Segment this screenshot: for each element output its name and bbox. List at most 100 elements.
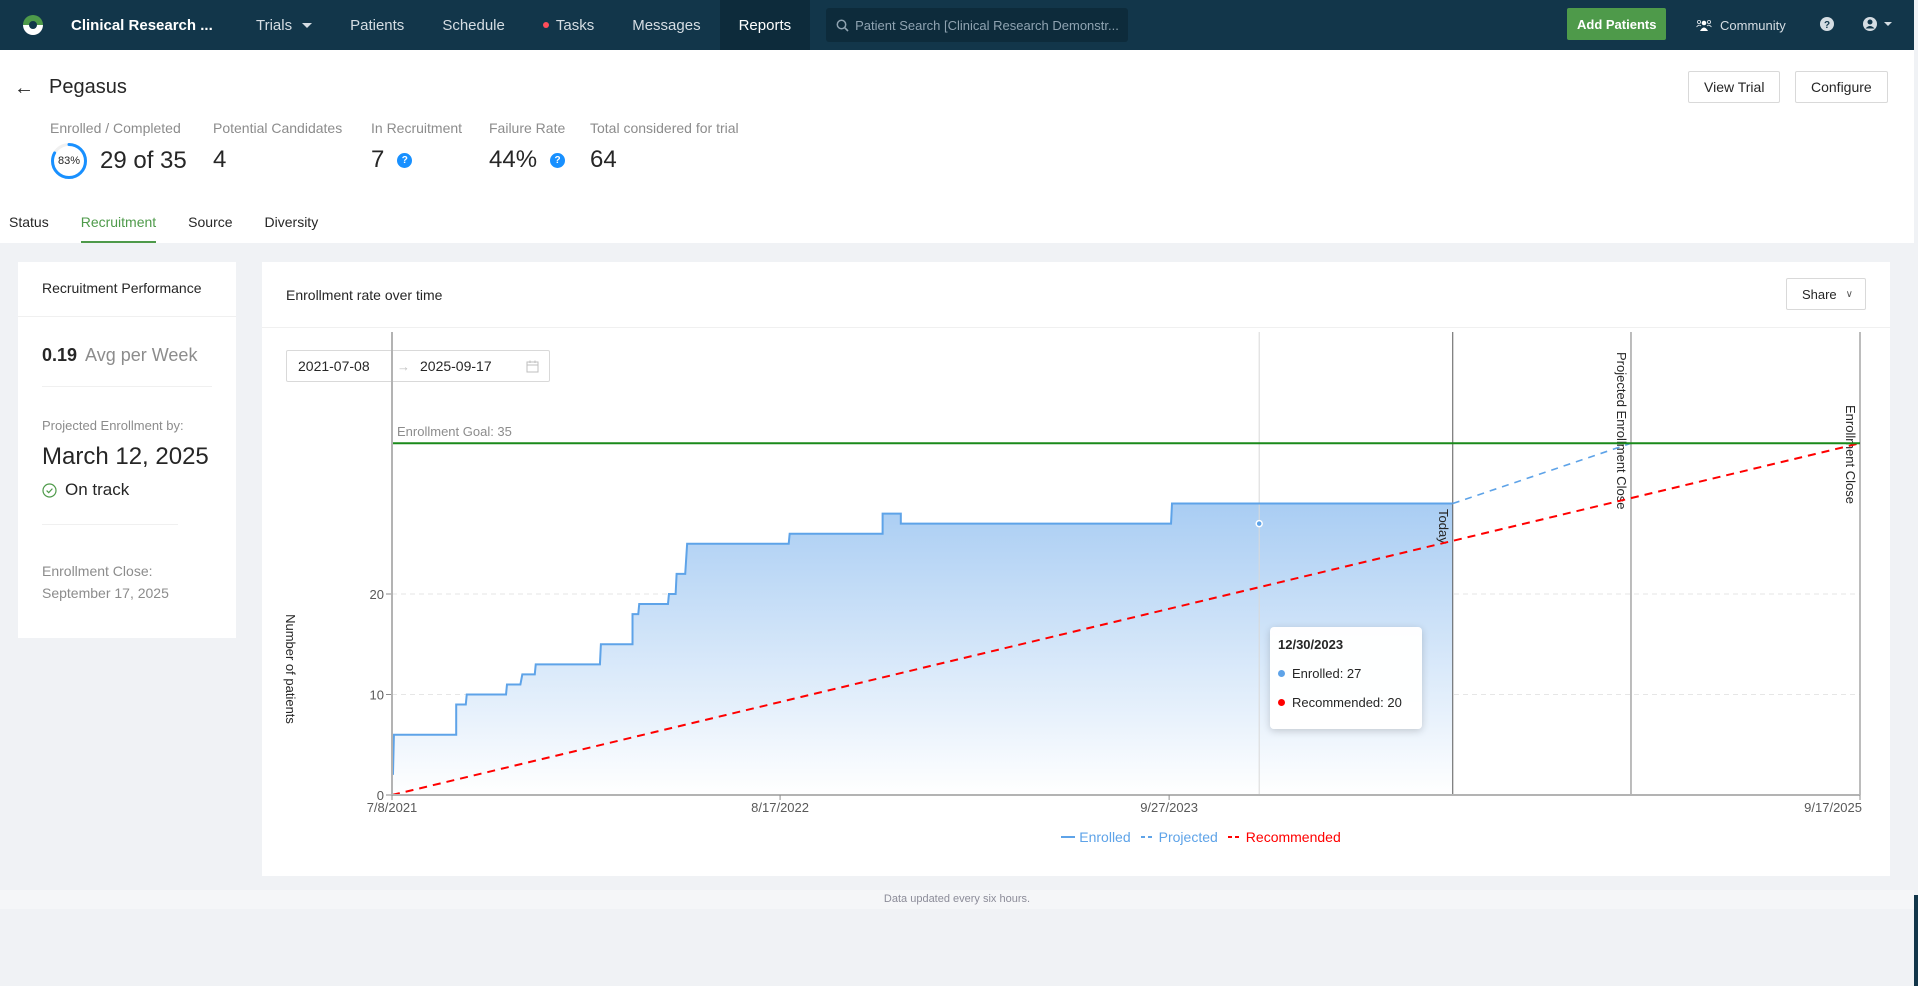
tooltip-enrolled: Enrolled: 27 [1292,666,1362,681]
tooltip-recommended: Recommended: 20 [1292,695,1402,710]
nav-patients-label: Patients [350,16,405,34]
stat-total-considered: Total considered for trial 64 [590,120,739,174]
divider [42,386,212,387]
app-logo[interactable] [15,7,51,43]
tab-diversity[interactable]: Diversity [256,203,319,243]
marker-label: Projected Enrollment Close [1614,352,1629,510]
nav-messages-label: Messages [632,16,701,34]
configure-button[interactable]: Configure [1795,71,1888,103]
x-tick-label: 9/27/2023 [1140,800,1198,815]
chevron-down-icon [1884,22,1892,26]
stat-value: 7 [371,146,385,173]
avg-per-week-label: Avg per Week [85,345,198,365]
chart-tooltip: 12/30/2023 Enrolled: 27 Recommended: 20 [1270,627,1422,729]
y-tick-label: 20 [370,587,384,602]
legend-recommended[interactable]: Recommended [1227,829,1341,845]
nav-reports-label: Reports [738,16,792,34]
status-badge: On track [42,480,236,500]
nav-patients[interactable]: Patients [331,0,423,50]
enrollment-close-label: Enrollment Close: [42,563,153,579]
stat-value: 29 of 35 [100,147,187,174]
nav-trials[interactable]: Trials [237,0,331,50]
tooltip-point [1255,519,1263,528]
enrolled-dot-icon [1278,670,1285,677]
nav-schedule-label: Schedule [442,16,505,34]
stat-enrolled: Enrolled / Completed 83% 29 of 35 [50,120,187,180]
help-icon: ? [1820,17,1834,31]
stat-label: Total considered for trial [590,120,739,136]
stat-label: Failure Rate [489,120,566,136]
stat-potential-candidates: Potential Candidates 4 [213,120,342,174]
recommended-dot-icon [1278,699,1285,706]
tab-status[interactable]: Status [0,203,49,243]
notification-dot-icon [542,22,549,28]
progress-percent: 83% [57,155,81,167]
chevron-down-icon [302,22,313,28]
projected-enrollment-label: Projected Enrollment by: [42,418,184,433]
help-button[interactable]: ? [1819,16,1835,37]
x-tick-label: 8/17/2022 [751,800,809,815]
data-update-note: Data updated every six hours. [0,890,1914,909]
dashed-line-icon [1140,836,1155,838]
dashed-line-icon [1227,836,1242,838]
report-tabs: Status Recruitment Source Diversity [0,203,341,243]
avg-per-week-value: 0.19 [42,345,78,365]
nav-schedule[interactable]: Schedule [423,0,524,50]
search-icon [836,19,849,32]
legend-enrolled[interactable]: Enrolled [1061,829,1131,845]
projected-enrollment-date: March 12, 2025 [42,443,209,470]
community-icon [1696,19,1712,31]
x-tick-label: 9/17/2025 [1804,800,1862,815]
top-navigation: Clinical Research ... Trials Patients Sc… [0,0,1914,50]
nav-tasks-label: Tasks [555,16,595,34]
stat-in-recruitment: In Recruitment 7 ? [371,120,462,174]
logo-icon [23,15,43,35]
tab-recruitment[interactable]: Recruitment [72,203,157,243]
legend-label: Recommended [1245,829,1341,845]
stat-label: Enrolled / Completed [50,120,181,136]
nav-trials-label: Trials [256,16,293,34]
recruitment-performance-card: Recruitment Performance 0.19 Avg per Wee… [18,262,236,638]
stat-value: 64 [590,146,617,173]
y-axis-label: Number of patients [283,614,298,724]
trial-header: ← Pegasus View Trial Configure Enrolled … [0,50,1914,243]
stat-value: 44% [489,146,538,173]
divider [42,524,178,525]
community-label: Community [1720,17,1786,33]
legend-projected[interactable]: Projected [1140,829,1218,845]
enrollment-close-date: September 17, 2025 [42,585,169,601]
add-patients-button[interactable]: Add Patients [1567,8,1667,40]
nav-reports[interactable]: Reports [719,0,811,50]
tab-source[interactable]: Source [179,203,232,243]
patient-search-input[interactable] [855,17,1126,33]
solid-line-icon [1061,836,1076,838]
enrollment-progress-ring: 83% [50,142,88,180]
legend-label: Projected [1158,829,1218,845]
card-title: Recruitment Performance [18,262,236,317]
patient-search[interactable] [826,8,1129,42]
projected-line [1452,442,1632,505]
stat-value: 4 [213,146,227,173]
x-tick-label: 7/8/2021 [367,800,418,815]
enrollment-chart-card: Enrollment rate over time Share ∨ 2021-0… [262,262,1890,876]
check-circle-icon [42,482,57,498]
community-link[interactable]: Community [1696,0,1786,50]
legend-label: Enrolled [1079,829,1131,845]
stat-failure-rate: Failure Rate 44% ? [489,120,565,174]
stat-label: Potential Candidates [213,120,343,136]
marker-label: Enrollment Close [1843,405,1858,504]
help-icon[interactable]: ? [397,152,413,168]
goal-label: Enrollment Goal: 35 [397,424,512,439]
help-icon[interactable]: ? [550,152,566,168]
brand-name[interactable]: Clinical Research ... [71,17,237,34]
user-menu[interactable] [1862,16,1892,32]
y-tick-label: 10 [370,688,384,703]
back-arrow-icon[interactable]: ← [14,77,34,100]
nav-messages[interactable]: Messages [613,0,719,50]
tooltip-date: 12/30/2023 [1278,637,1344,652]
view-trial-button[interactable]: View Trial [1688,71,1781,103]
status-label: On track [65,480,130,499]
enrollment-chart: Today Projected Enrollment Close Enrollmen… [283,332,1862,815]
nav-tasks[interactable]: Tasks [524,0,613,50]
marker-label: Today [1436,509,1451,544]
